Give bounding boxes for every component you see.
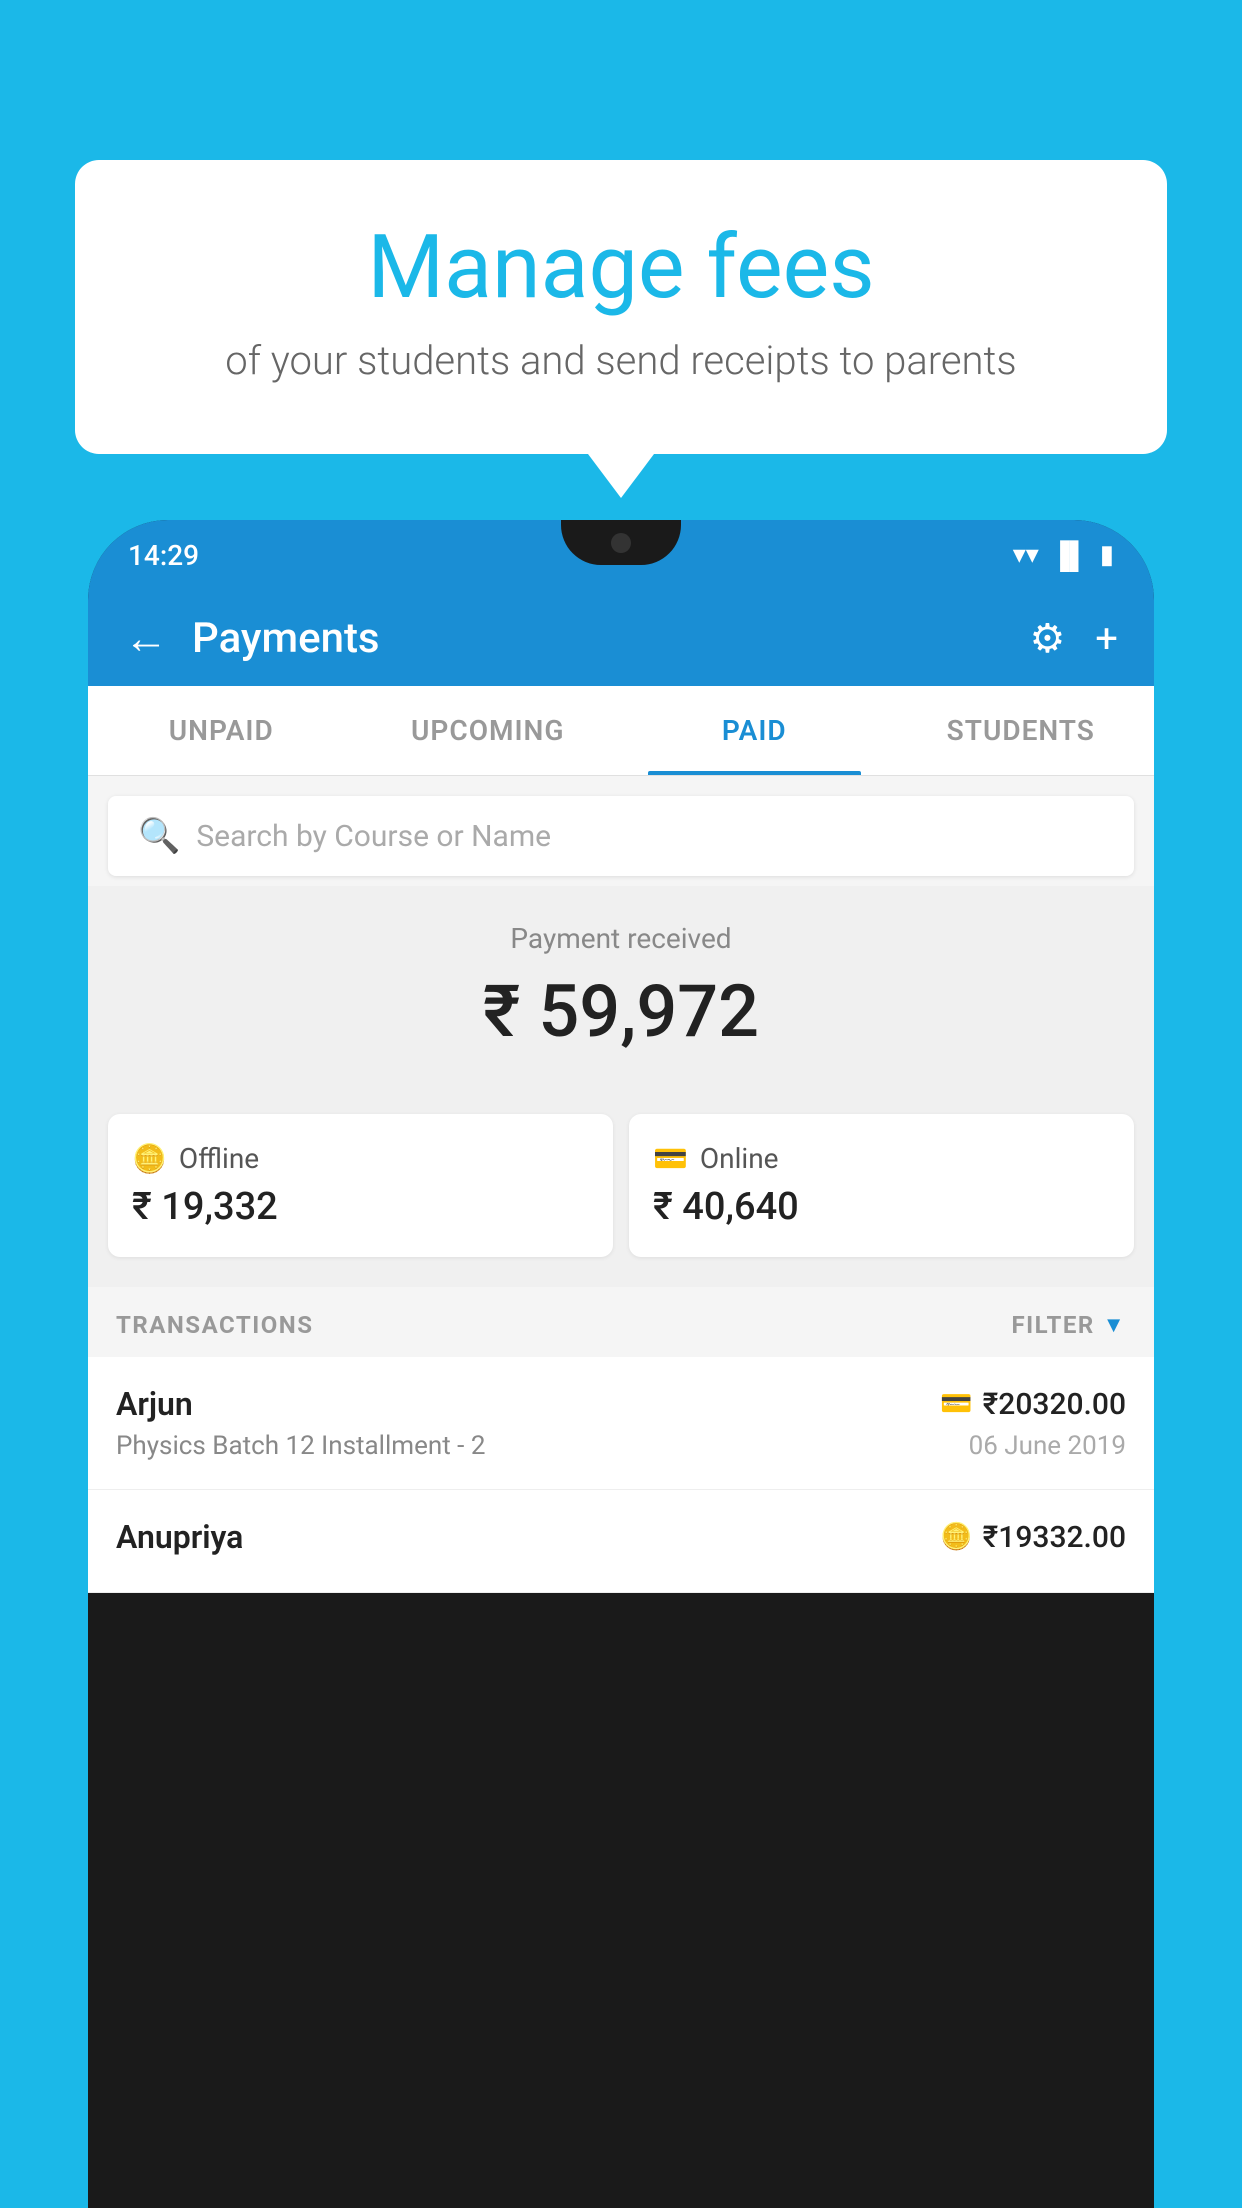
tab-students[interactable]: STUDENTS (888, 686, 1155, 775)
search-bar[interactable]: 🔍 Search by Course or Name (108, 796, 1134, 876)
transaction-name: Arjun (116, 1385, 193, 1423)
payment-cards: 🪙 Offline ₹ 19,332 💳 Online ₹ 40,640 (88, 1114, 1154, 1287)
filter-button[interactable]: FILTER ▼ (1011, 1311, 1126, 1339)
offline-amount: ₹ 19,332 (132, 1185, 589, 1229)
bubble-subtitle: of your students and send receipts to pa… (125, 337, 1117, 384)
transaction-item[interactable]: Arjun 💳 ₹20320.00 Physics Batch 12 Insta… (88, 1357, 1154, 1490)
back-button[interactable]: ← (124, 616, 168, 660)
transaction-item[interactable]: Anupriya 🪙 ₹19332.00 (88, 1490, 1154, 1593)
offline-label: Offline (179, 1142, 259, 1175)
app-header: ← Payments ⚙ + (88, 590, 1154, 686)
transactions-header: TRANSACTIONS FILTER ▼ (88, 1287, 1154, 1357)
transaction-row1: Arjun 💳 ₹20320.00 (116, 1385, 1126, 1423)
add-button[interactable]: + (1095, 615, 1118, 662)
online-card-header: 💳 Online (653, 1142, 1110, 1175)
payment-type-icon: 🪙 (940, 1522, 972, 1552)
offline-card: 🪙 Offline ₹ 19,332 (108, 1114, 613, 1257)
transactions-label: TRANSACTIONS (116, 1311, 314, 1339)
payment-summary: Payment received ₹ 59,972 (88, 886, 1154, 1114)
payment-total-amount: ₹ 59,972 (108, 969, 1134, 1054)
speech-bubble: Manage fees of your students and send re… (75, 160, 1167, 454)
header-title: Payments (192, 614, 1005, 663)
filter-icon: ▼ (1103, 1312, 1126, 1338)
online-icon: 💳 (653, 1142, 688, 1175)
notch (561, 520, 681, 565)
tab-paid[interactable]: PAID (621, 686, 888, 775)
offline-icon: 🪙 (132, 1142, 167, 1175)
transaction-amount: ₹20320.00 (983, 1387, 1126, 1422)
offline-card-header: 🪙 Offline (132, 1142, 589, 1175)
transaction-row2: Physics Batch 12 Installment - 2 06 June… (116, 1431, 1126, 1461)
settings-button[interactable]: ⚙ (1029, 615, 1065, 662)
status-time: 14:29 (128, 539, 199, 572)
header-actions: ⚙ + (1029, 615, 1118, 662)
search-placeholder: Search by Course or Name (196, 819, 551, 854)
transaction-amount-wrap: 🪙 ₹19332.00 (940, 1520, 1126, 1555)
transaction-name: Anupriya (116, 1518, 243, 1556)
transaction-course: Physics Batch 12 Installment - 2 (116, 1431, 485, 1461)
transaction-amount-wrap: 💳 ₹20320.00 (940, 1387, 1126, 1422)
camera-dot (611, 533, 631, 553)
transaction-list: Arjun 💳 ₹20320.00 Physics Batch 12 Insta… (88, 1357, 1154, 1593)
online-card: 💳 Online ₹ 40,640 (629, 1114, 1134, 1257)
transaction-row1: Anupriya 🪙 ₹19332.00 (116, 1518, 1126, 1556)
transaction-date: 06 June 2019 (969, 1431, 1126, 1461)
phone-screen: 🔍 Search by Course or Name Payment recei… (88, 776, 1154, 1593)
status-bar: 14:29 ▾▾ ▐▌ ▮ (88, 520, 1154, 590)
signal-icon: ▐▌ (1051, 540, 1088, 571)
payment-type-icon: 💳 (940, 1389, 972, 1419)
wifi-icon: ▾▾ (1013, 540, 1039, 570)
payment-received-label: Payment received (108, 922, 1134, 955)
online-amount: ₹ 40,640 (653, 1185, 1110, 1229)
tab-upcoming[interactable]: UPCOMING (355, 686, 622, 775)
online-label: Online (700, 1142, 779, 1175)
battery-icon: ▮ (1100, 540, 1114, 570)
tabs-bar: UNPAID UPCOMING PAID STUDENTS (88, 686, 1154, 776)
status-icons: ▾▾ ▐▌ ▮ (1013, 540, 1114, 571)
phone-frame: 14:29 ▾▾ ▐▌ ▮ ← Payments ⚙ + UNPAID UPCO… (88, 520, 1154, 2208)
search-icon: 🔍 (138, 816, 180, 856)
tab-unpaid[interactable]: UNPAID (88, 686, 355, 775)
filter-label: FILTER (1011, 1311, 1094, 1339)
transaction-amount: ₹19332.00 (983, 1520, 1126, 1555)
bubble-title: Manage fees (125, 220, 1117, 317)
